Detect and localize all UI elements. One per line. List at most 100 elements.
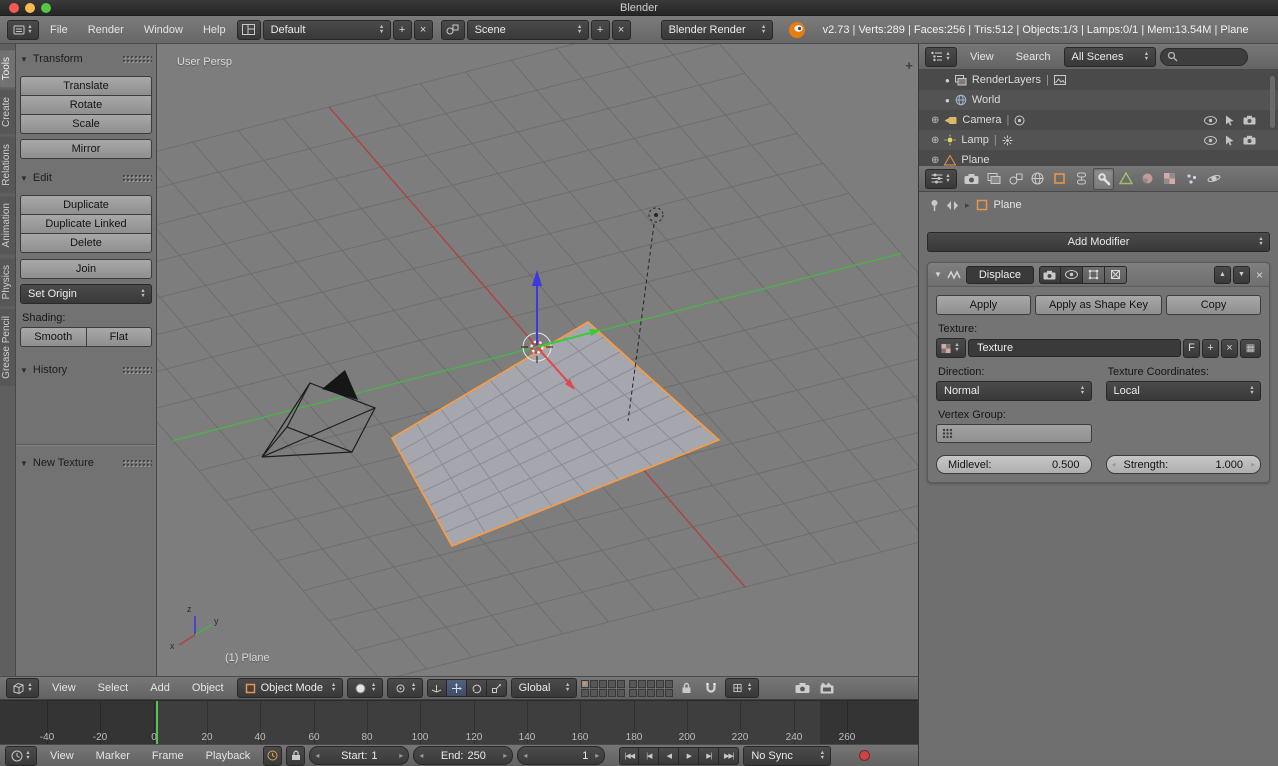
- menu-view[interactable]: View: [41, 746, 83, 766]
- texture-name-field[interactable]: Texture: [968, 339, 1181, 357]
- duplicate-button[interactable]: Duplicate: [20, 195, 152, 215]
- mirror-button[interactable]: Mirror: [20, 139, 152, 159]
- maximize-window-icon[interactable]: [41, 3, 51, 13]
- opengl-render-still-button[interactable]: [793, 678, 813, 698]
- visibility-eye-icon[interactable]: [1204, 136, 1217, 145]
- move-modifier-up-button[interactable]: ▲: [1214, 266, 1231, 284]
- new-texture-button[interactable]: +: [1202, 339, 1219, 358]
- texture-browse-menu[interactable]: [936, 338, 966, 358]
- editor-type-selector[interactable]: [6, 678, 39, 698]
- menu-add[interactable]: Add: [141, 678, 179, 698]
- add-scene-button[interactable]: +: [591, 20, 610, 40]
- decrement-icon[interactable]: ◂: [523, 751, 527, 760]
- visibility-eye-icon[interactable]: [1204, 116, 1217, 125]
- lock-to-scene-toggle[interactable]: [677, 678, 697, 698]
- tab-material[interactable]: [1137, 168, 1158, 190]
- layer-1[interactable]: [581, 680, 589, 688]
- rotate-button[interactable]: Rotate: [20, 95, 152, 115]
- pivot-point-selector[interactable]: [387, 678, 423, 698]
- fake-user-button[interactable]: F: [1183, 339, 1200, 358]
- layer-5[interactable]: [617, 680, 625, 688]
- layer-13[interactable]: [599, 689, 607, 697]
- layer-16[interactable]: [629, 689, 637, 697]
- translate-manipulator-toggle[interactable]: [447, 679, 467, 697]
- close-window-icon[interactable]: [9, 3, 19, 13]
- mode-selector[interactable]: Object Mode: [237, 678, 343, 698]
- menu-search[interactable]: Search: [1007, 47, 1060, 67]
- play-button[interactable]: ▶: [679, 747, 699, 765]
- outliner-scrollbar[interactable]: [1270, 76, 1275, 128]
- viewport-canvas[interactable]: [157, 44, 918, 676]
- jump-to-start-button[interactable]: |◀◀: [619, 747, 639, 765]
- region-expand-icon[interactable]: +: [905, 58, 913, 73]
- lock-frame-range-toggle[interactable]: [286, 746, 305, 766]
- menu-render[interactable]: Render: [79, 20, 133, 40]
- jump-to-end-button[interactable]: ▶▶|: [719, 747, 739, 765]
- outliner-display-selector[interactable]: All Scenes: [1064, 47, 1156, 67]
- layer-10[interactable]: [665, 680, 673, 688]
- start-frame-field[interactable]: ◂ Start: 1 ▸: [309, 746, 409, 765]
- menu-frame[interactable]: Frame: [143, 746, 193, 766]
- play-reverse-button[interactable]: ◀: [659, 747, 679, 765]
- apply-button[interactable]: Apply: [936, 295, 1031, 315]
- menu-help[interactable]: Help: [194, 20, 235, 40]
- outliner-row-lamp[interactable]: ⊕ Lamp |: [919, 130, 1278, 150]
- minimize-window-icon[interactable]: [25, 3, 35, 13]
- texture-coordinates-menu[interactable]: Local: [1106, 381, 1262, 401]
- menu-view[interactable]: View: [43, 678, 85, 698]
- screen-layout-icon[interactable]: [237, 20, 261, 40]
- auto-keyframe-record-button[interactable]: [859, 750, 870, 761]
- set-origin-menu[interactable]: Set Origin: [20, 284, 152, 304]
- layer-17[interactable]: [638, 689, 646, 697]
- duplicate-linked-button[interactable]: Duplicate Linked: [20, 214, 152, 234]
- close-scene-button[interactable]: ×: [612, 20, 631, 40]
- menu-window[interactable]: Window: [135, 20, 192, 40]
- apply-as-shape-key-button[interactable]: Apply as Shape Key: [1035, 295, 1162, 315]
- expand-icon[interactable]: ⊕: [931, 135, 939, 146]
- previous-keyframe-button[interactable]: |◀: [639, 747, 659, 765]
- tab-render-layers[interactable]: [983, 168, 1004, 190]
- tab-object[interactable]: [1049, 168, 1070, 190]
- unlink-texture-button[interactable]: ×: [1221, 339, 1238, 358]
- renderability-camera-icon[interactable]: [1243, 115, 1256, 125]
- editor-type-selector[interactable]: [925, 47, 957, 67]
- menu-view[interactable]: View: [961, 47, 1003, 67]
- delete-button[interactable]: Delete: [20, 233, 152, 253]
- expand-icon[interactable]: ⊕: [931, 115, 939, 126]
- render-engine-selector[interactable]: Blender Render: [661, 20, 773, 40]
- snap-toggle[interactable]: [701, 678, 721, 698]
- outliner-row-renderlayers[interactable]: ● RenderLayers |: [919, 70, 1278, 90]
- current-frame-field[interactable]: ◂ 1 ▸: [517, 746, 605, 765]
- tab-create[interactable]: Create: [0, 90, 15, 134]
- tab-relations[interactable]: Relations: [0, 137, 15, 193]
- layer-7[interactable]: [638, 680, 646, 688]
- tab-scene[interactable]: [1005, 168, 1026, 190]
- next-keyframe-button[interactable]: ▶|: [699, 747, 719, 765]
- selectability-pointer-icon[interactable]: [1225, 135, 1235, 146]
- midlevel-slider[interactable]: Midlevel: 0.500: [936, 455, 1092, 474]
- tab-tools[interactable]: Tools: [0, 50, 15, 87]
- viewport-visibility-toggle[interactable]: [1061, 266, 1083, 284]
- tab-modifiers[interactable]: [1093, 168, 1114, 190]
- panel-header-transform[interactable]: ▼ Transform: [20, 50, 152, 68]
- 3d-viewport[interactable]: z y x User Persp (1) Plane +: [157, 44, 918, 676]
- manipulator-toggle[interactable]: [427, 679, 447, 697]
- selectability-pointer-icon[interactable]: [1225, 115, 1235, 126]
- tab-grease-pencil[interactable]: Grease Pencil: [0, 309, 15, 386]
- join-button[interactable]: Join: [20, 259, 152, 279]
- layer-2[interactable]: [590, 680, 598, 688]
- layer-6[interactable]: [629, 680, 637, 688]
- sync-mode-selector[interactable]: No Sync: [743, 746, 831, 766]
- orientation-selector[interactable]: Global: [511, 678, 577, 698]
- layer-14[interactable]: [608, 689, 616, 697]
- copy-button[interactable]: Copy: [1166, 295, 1261, 315]
- panel-header-new-texture[interactable]: ▼ New Texture: [20, 454, 152, 472]
- direction-menu[interactable]: Normal: [936, 381, 1092, 401]
- layer-8[interactable]: [647, 680, 655, 688]
- expand-icon[interactable]: ⊕: [931, 155, 939, 166]
- menu-file[interactable]: File: [41, 20, 77, 40]
- move-modifier-down-button[interactable]: ▼: [1233, 266, 1250, 284]
- increment-icon[interactable]: ▸: [595, 751, 599, 760]
- decrement-icon[interactable]: ◂: [1112, 460, 1116, 469]
- tab-object-data[interactable]: [1115, 168, 1136, 190]
